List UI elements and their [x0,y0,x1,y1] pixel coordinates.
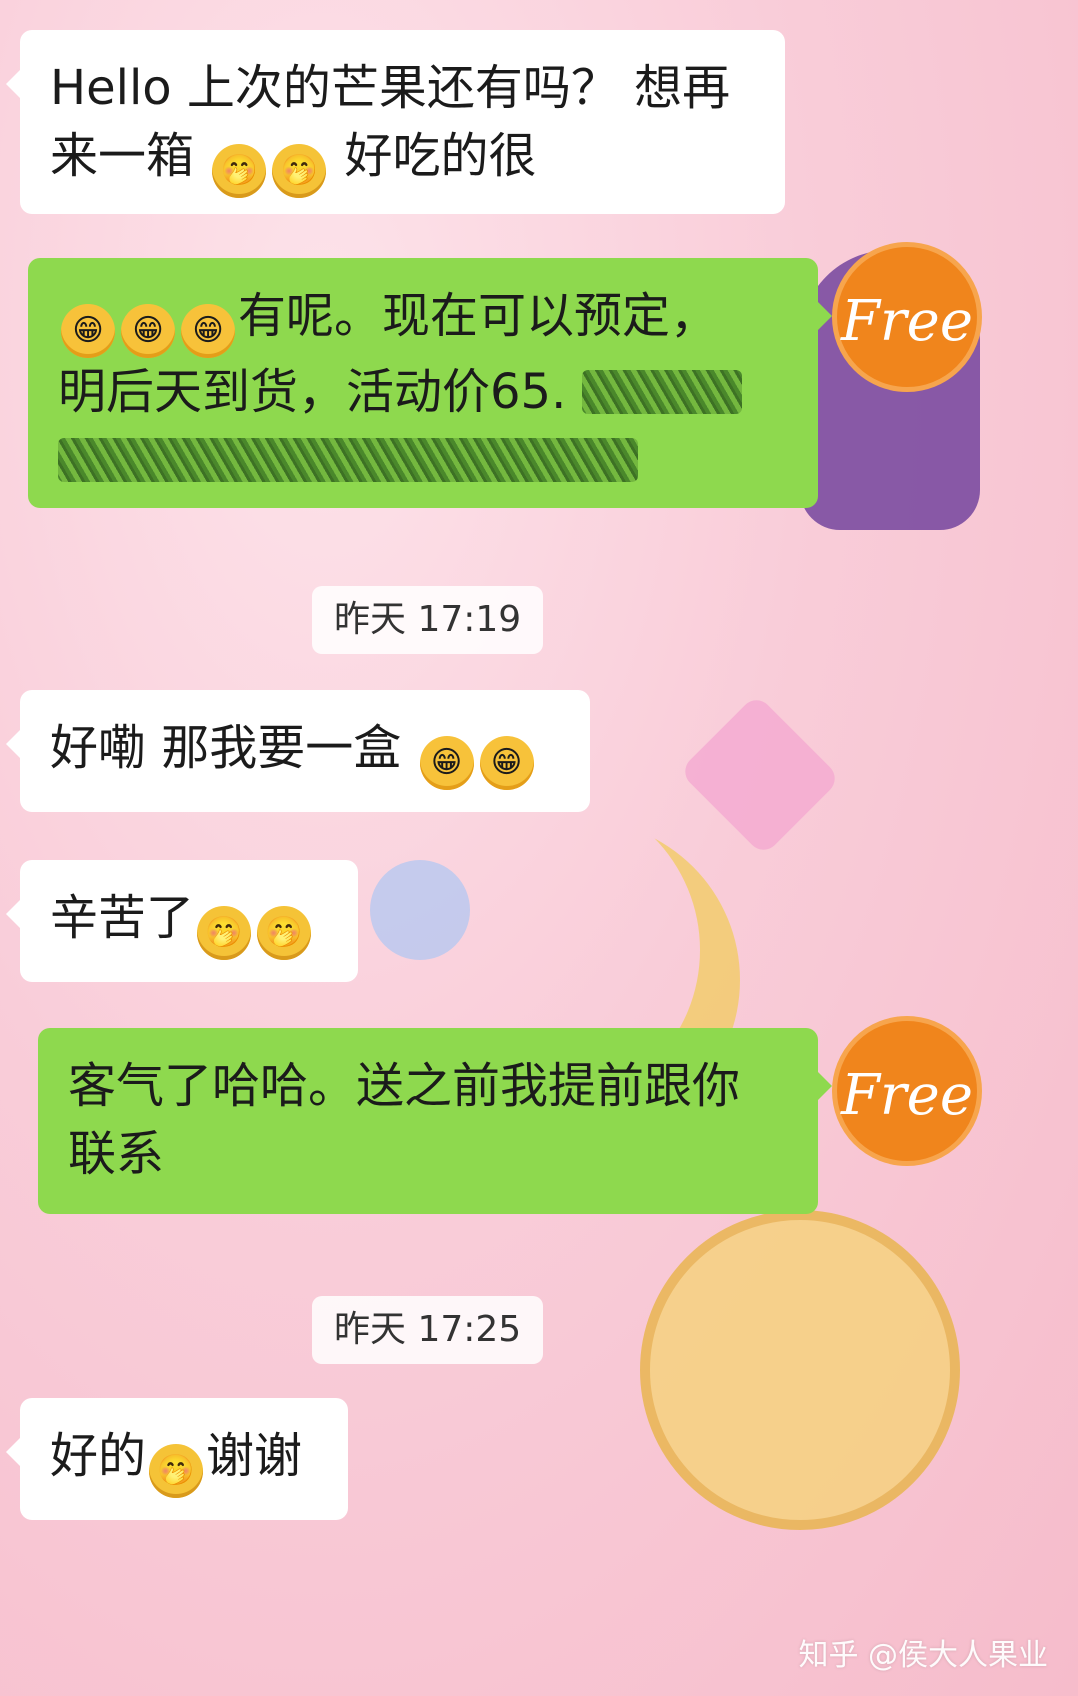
sender-avatar[interactable]: Free [832,242,982,392]
grinning-face-emoji-icon: 😁 [61,304,115,358]
message-text: 好的 [50,1428,147,1484]
redacted-text [58,438,638,482]
grinning-face-emoji-icon: 😁 [181,304,235,358]
message-bubble[interactable]: 客气了哈哈。送之前我提前跟你 联系 [38,1028,832,1214]
message-text: 好吃的很 [344,128,537,184]
watermark: 知乎 @侯大人果业 [798,1638,1048,1673]
brooch-decoration [640,1210,960,1530]
message-bubble[interactable]: 辛苦了 🤭 🤭 [6,860,358,982]
thinking-face-emoji-icon: 🤭 [197,906,252,960]
message-text: 谢谢 [206,1428,303,1484]
thinking-face-emoji-icon: 🤭 [212,144,267,198]
message-text: 明后天到货，活动价65. [58,364,567,420]
message-bubble[interactable]: 😁 😁 😁 有呢。现在可以预定， 明后天到货，活动价65. [28,258,832,508]
message-text: 好嘞 那我要一盒 [50,720,402,776]
message-text: 有呢。现在可以预定， [238,288,719,344]
message-text: 客气了哈哈。送之前我提前跟你 [68,1058,741,1114]
thinking-face-emoji-icon: 🤭 [149,1444,204,1498]
redacted-text [581,370,742,414]
message-text: Hello 上次的芒果还有吗？ 想再 [50,60,731,116]
message-text: 来一箱 [50,128,195,184]
grinning-face-emoji-icon: 😁 [121,304,175,358]
message-text: 辛苦了 [50,890,195,946]
message-text: 联系 [68,1126,165,1182]
thinking-face-emoji-icon: 🤭 [272,144,327,198]
thinking-face-emoji-icon: 🤭 [257,906,312,960]
timestamp: 昨天 17:25 [312,1296,544,1364]
grinning-face-emoji-icon: 😁 [479,736,534,790]
timestamp: 昨天 17:19 [312,586,544,654]
heart-decoration [678,693,842,857]
gem-decoration [370,860,470,960]
grinning-face-emoji-icon: 😁 [419,736,474,790]
message-bubble[interactable]: 好的 🤭 谢谢 [6,1398,348,1520]
sender-avatar[interactable]: Free [832,1016,982,1166]
message-bubble[interactable]: Hello 上次的芒果还有吗？ 想再 来一箱 🤭 🤭 好吃的很 [6,30,785,214]
message-bubble[interactable]: 好嘞 那我要一盒 😁 😁 [6,690,590,812]
